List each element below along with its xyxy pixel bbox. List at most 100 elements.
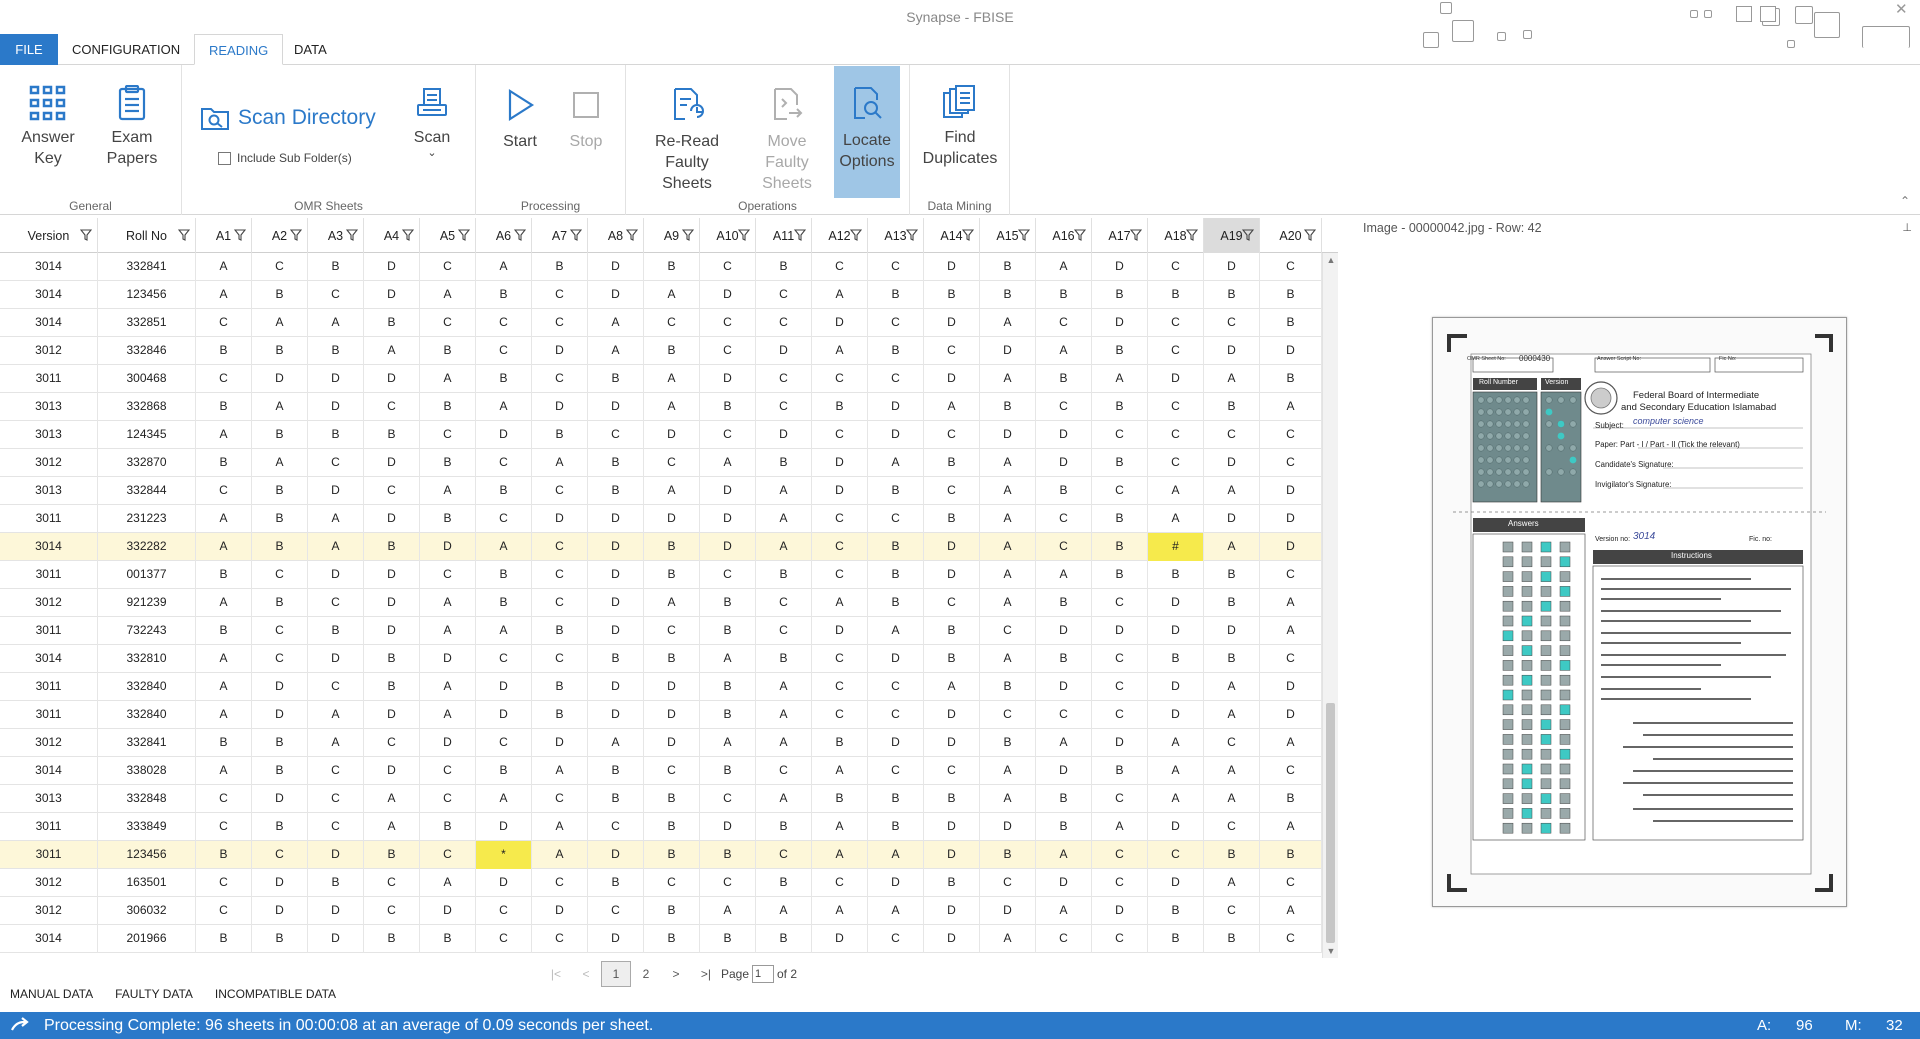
column-header-a15[interactable]: A15 (980, 218, 1036, 253)
cell-a16[interactable]: A (1036, 253, 1092, 281)
cell-a11[interactable]: C (756, 309, 812, 337)
cell-a8[interactable]: C (588, 421, 644, 449)
table-row[interactable]: 3014 123456 A B C D A B C D A D C A B B B B B B B B (0, 281, 1322, 309)
cell-a17[interactable]: B (1092, 533, 1148, 561)
include-sub-folders-checkbox[interactable]: Include Sub Folder(s) (218, 151, 352, 165)
cell-a3[interactable]: D (308, 561, 364, 589)
cell-a18[interactable]: D (1148, 673, 1204, 701)
cell-a9[interactable]: B (644, 337, 700, 365)
cell-a14[interactable]: B (924, 505, 980, 533)
cell-a20[interactable]: C (1260, 421, 1322, 449)
cell-a13[interactable]: C (868, 505, 924, 533)
cell-a13[interactable]: C (868, 309, 924, 337)
filter-icon[interactable] (290, 229, 302, 241)
cell-a13[interactable]: C (868, 925, 924, 953)
table-row[interactable]: 3011 123456 B C D B C * A D B B C A A D B A C C B B (0, 841, 1322, 869)
cell-a16[interactable]: B (1036, 785, 1092, 813)
cell-a1[interactable]: A (196, 253, 252, 281)
locate-options-button[interactable]: Locate Options (834, 66, 900, 198)
cell-a15[interactable]: C (980, 701, 1036, 729)
cell-a4[interactable]: A (364, 337, 420, 365)
cell-a20[interactable]: D (1260, 505, 1322, 533)
cell-a5[interactable]: B (420, 925, 476, 953)
cell-version[interactable]: 3014 (0, 925, 98, 953)
cell-a1[interactable]: B (196, 729, 252, 757)
cell-a16[interactable]: C (1036, 309, 1092, 337)
cell-a2[interactable]: C (252, 561, 308, 589)
scan-directory-button[interactable]: Scan Directory (200, 105, 376, 131)
tab-faulty-data[interactable]: FAULTY DATA (115, 982, 193, 1006)
cell-a11[interactable]: B (756, 449, 812, 477)
cell-roll-no[interactable]: 332840 (98, 673, 196, 701)
cell-a18[interactable]: B (1148, 897, 1204, 925)
table-row[interactable]: 3014 201966 B B D B B C C D B B B D C D A C C B B C (0, 925, 1322, 953)
cell-a15[interactable]: C (980, 869, 1036, 897)
scan-dropdown-icon[interactable]: ⌄ (427, 148, 436, 159)
cell-a18[interactable]: D (1148, 365, 1204, 393)
cell-a5[interactable]: B (420, 813, 476, 841)
cell-a8[interactable]: D (588, 253, 644, 281)
cell-a8[interactable]: B (588, 869, 644, 897)
cell-a11[interactable]: D (756, 421, 812, 449)
cell-a19[interactable]: A (1204, 869, 1260, 897)
cell-roll-no[interactable]: 732243 (98, 617, 196, 645)
cell-a14[interactable]: C (924, 477, 980, 505)
cell-a16[interactable]: A (1036, 337, 1092, 365)
cell-a14[interactable]: B (924, 785, 980, 813)
cell-a19[interactable]: D (1204, 253, 1260, 281)
column-header-a7[interactable]: A7 (532, 218, 588, 253)
cell-a5[interactable]: C (420, 785, 476, 813)
cell-a17[interactable]: C (1092, 589, 1148, 617)
cell-roll-no[interactable]: 332846 (98, 337, 196, 365)
cell-a10[interactable]: A (700, 645, 756, 673)
cell-a20[interactable]: B (1260, 365, 1322, 393)
cell-a3[interactable]: D (308, 393, 364, 421)
cell-a20[interactable]: A (1260, 897, 1322, 925)
cell-a6[interactable]: B (476, 365, 532, 393)
cell-a13[interactable]: C (868, 701, 924, 729)
cell-a19[interactable]: D (1204, 505, 1260, 533)
cell-a9[interactable]: B (644, 253, 700, 281)
cell-roll-no[interactable]: 332841 (98, 729, 196, 757)
column-header-a16[interactable]: A16 (1036, 218, 1092, 253)
cell-a6[interactable]: * (476, 841, 532, 869)
cell-a2[interactable]: C (252, 645, 308, 673)
cell-a20[interactable]: C (1260, 869, 1322, 897)
cell-a13[interactable]: A (868, 897, 924, 925)
cell-roll-no[interactable]: 921239 (98, 589, 196, 617)
cell-a17[interactable]: D (1092, 617, 1148, 645)
cell-a10[interactable]: A (700, 449, 756, 477)
cell-a18[interactable]: C (1148, 449, 1204, 477)
cell-a10[interactable]: B (700, 393, 756, 421)
cell-a9[interactable]: A (644, 589, 700, 617)
cell-a12[interactable]: D (812, 477, 868, 505)
cell-a6[interactable]: C (476, 309, 532, 337)
column-header-a4[interactable]: A4 (364, 218, 420, 253)
cell-a6[interactable]: B (476, 589, 532, 617)
cell-a12[interactable]: A (812, 813, 868, 841)
cell-a5[interactable]: A (420, 869, 476, 897)
cell-a14[interactable]: C (924, 589, 980, 617)
column-header-a3[interactable]: A3 (308, 218, 364, 253)
cell-a11[interactable]: C (756, 617, 812, 645)
cell-a18[interactable]: D (1148, 869, 1204, 897)
cell-a7[interactable]: B (532, 617, 588, 645)
cell-a3[interactable]: D (308, 477, 364, 505)
cell-a19[interactable]: B (1204, 393, 1260, 421)
cell-a14[interactable]: D (924, 701, 980, 729)
cell-a5[interactable]: B (420, 505, 476, 533)
cell-a17[interactable]: D (1092, 897, 1148, 925)
close-icon[interactable]: ✕ (1895, 0, 1911, 18)
cell-a2[interactable]: B (252, 505, 308, 533)
cell-a3[interactable]: C (308, 673, 364, 701)
cell-a14[interactable]: D (924, 897, 980, 925)
cell-a10[interactable]: C (700, 309, 756, 337)
cell-a8[interactable]: D (588, 617, 644, 645)
cell-a5[interactable]: A (420, 617, 476, 645)
cell-a14[interactable]: A (924, 673, 980, 701)
cell-a9[interactable]: B (644, 533, 700, 561)
cell-a12[interactable]: C (812, 561, 868, 589)
cell-a9[interactable]: C (644, 869, 700, 897)
cell-a14[interactable]: B (924, 449, 980, 477)
cell-a20[interactable]: D (1260, 533, 1322, 561)
